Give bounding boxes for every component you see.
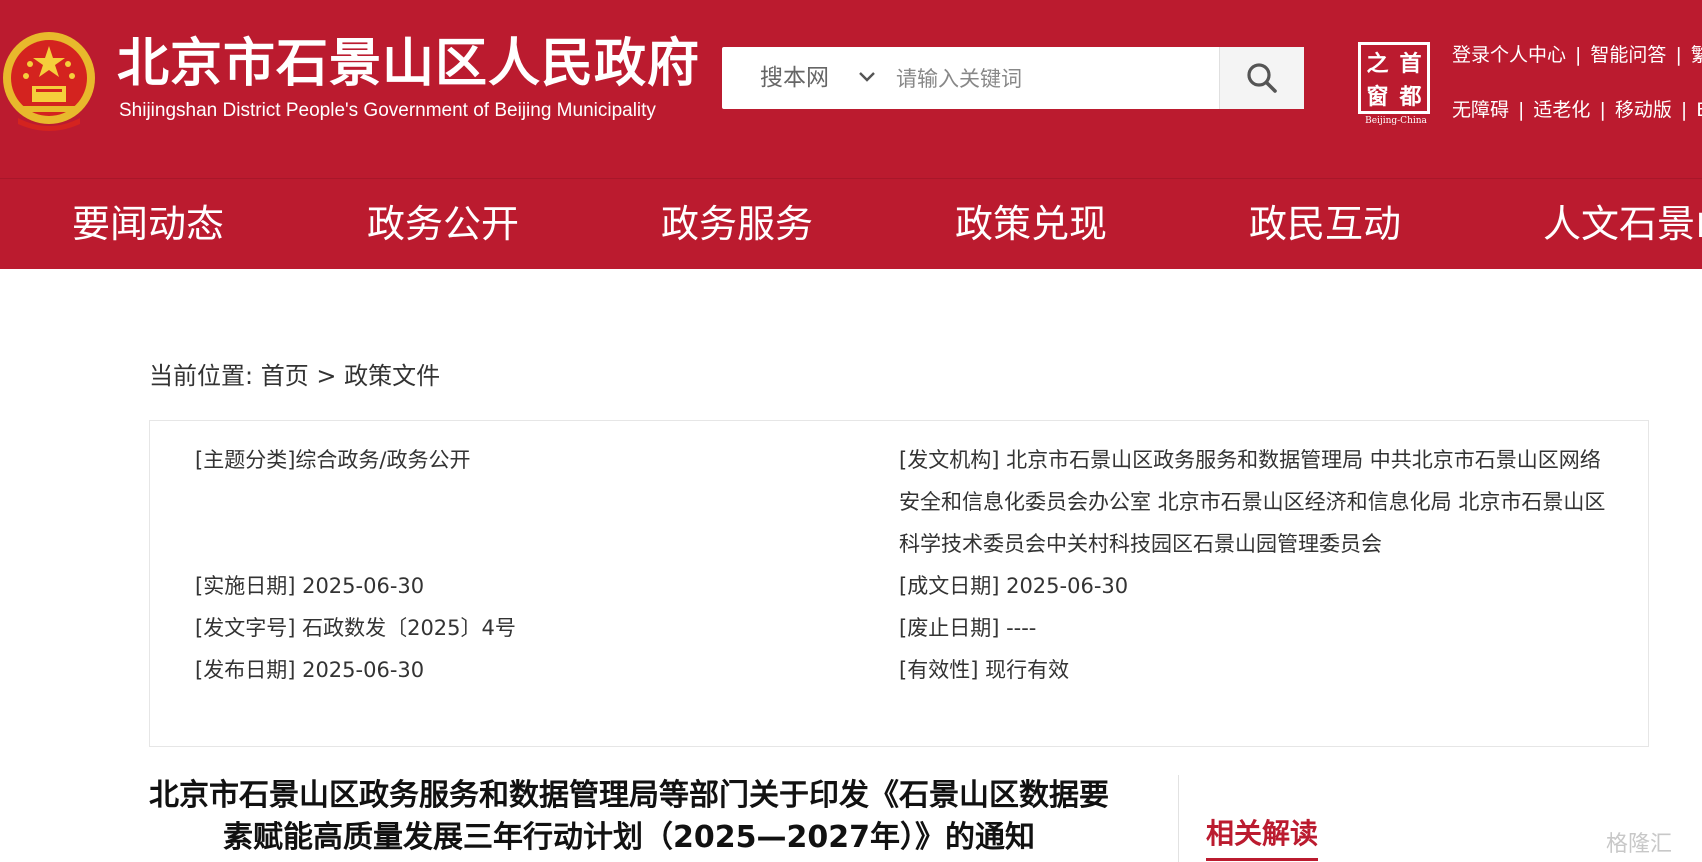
mobile-version-link[interactable]: 移动版 [1615, 99, 1672, 121]
traditional-chinese-link[interactable]: 繁 [1691, 44, 1702, 66]
capital-window-logo[interactable]: 之 首 窗 都 Beijing-China [1356, 42, 1436, 128]
site-subtitle-english: Shijingshan District People's Government… [119, 100, 656, 121]
meta-repeal-date: [废止日期] ---- [899, 607, 1036, 649]
main-nav: 要闻动态 政务公开 政务服务 政策兑现 政民互动 人文石景山 [0, 178, 1702, 269]
meta-written-date-value: 2025-06-30 [1006, 574, 1129, 598]
tab-related-interpretation[interactable]: 相关解读 [1206, 812, 1319, 861]
top-links-row1: 登录个人中心 | 智能问答 | 繁 [1452, 40, 1702, 67]
search-button[interactable] [1219, 47, 1304, 109]
search-bar: 搜本网 [722, 47, 1304, 109]
breadcrumb-separator: > [308, 362, 345, 390]
article-title-line1: 北京市石景山区政务服务和数据管理局等部门关于印发《石景山区数据要 [149, 778, 1109, 813]
capital-logo-char: 窗 [1366, 83, 1389, 110]
capital-logo-char: 都 [1399, 83, 1422, 110]
site-header: 北京市石景山区人民政府 Shijingshan District People'… [0, 0, 1702, 178]
meta-issuer: [发文机构] 北京市石景山区政务服务和数据管理局 中共北京市石景山区网络安全和信… [899, 439, 1609, 565]
meta-topic-key: [主题分类] [195, 448, 296, 472]
nav-item-news[interactable]: 要闻动态 [72, 179, 224, 269]
nav-item-interaction[interactable]: 政民互动 [1249, 179, 1401, 269]
article-title-line2: 素赋能高质量发展三年行动计划（2025—2027年）》的通知 [223, 820, 1035, 855]
search-input[interactable] [894, 57, 1168, 101]
meta-topic: [主题分类]综合政务/政务公开 [195, 439, 815, 481]
smart-qa-link[interactable]: 智能问答 [1590, 44, 1666, 66]
meta-repeal-date-key: [废止日期] [899, 616, 1000, 640]
meta-publish-date-key: [发布日期] [195, 658, 296, 682]
search-icon [1247, 63, 1277, 93]
nav-item-policy-fulfillment[interactable]: 政策兑现 [955, 179, 1107, 269]
document-meta-panel: [主题分类]综合政务/政务公开 [发文机构] 北京市石景山区政务服务和数据管理局… [149, 420, 1649, 747]
elderly-mode-link[interactable]: 适老化 [1533, 99, 1590, 121]
meta-effective-date-key: [实施日期] [195, 574, 296, 598]
nav-item-gov-affairs-public[interactable]: 政务公开 [367, 179, 519, 269]
meta-topic-value: 综合政务/政务公开 [295, 448, 471, 472]
meta-doc-number-key: [发文字号] [195, 616, 296, 640]
meta-validity-value: 现行有效 [985, 658, 1070, 682]
capital-logo-char: 首 [1399, 50, 1422, 77]
top-links-row2: 无障碍|适老化|移动版|E [1452, 95, 1702, 122]
article-title: 北京市石景山区政务服务和数据管理局等部门关于印发《石景山区数据要 素赋能高质量发… [149, 775, 1109, 859]
meta-effective-date: [实施日期] 2025-06-30 [195, 565, 424, 607]
site-title[interactable]: 北京市石景山区人民政府 [117, 32, 700, 96]
meta-doc-number: [发文字号] 石政数发〔2025〕4号 [195, 607, 516, 649]
meta-validity: [有效性] 现行有效 [899, 649, 1069, 691]
breadcrumb-prefix: 当前位置: [149, 362, 254, 390]
meta-publish-date: [发布日期] 2025-06-30 [195, 649, 424, 691]
watermark-text: 格隆汇 [1606, 832, 1673, 857]
meta-doc-number-value: 石政数发〔2025〕4号 [302, 616, 516, 640]
capital-logo-caption: Beijing-China [1365, 116, 1427, 126]
nav-item-culture[interactable]: 人文石景山 [1543, 179, 1702, 269]
meta-written-date-key: [成文日期] [899, 574, 1000, 598]
accessibility-link[interactable]: 无障碍 [1452, 99, 1509, 121]
meta-repeal-date-value: ---- [1006, 616, 1037, 640]
chevron-down-icon[interactable] [856, 65, 878, 87]
breadcrumb-home-link[interactable]: 首页 [261, 362, 309, 390]
login-personal-center-link[interactable]: 登录个人中心 [1452, 44, 1566, 66]
content-divider [1178, 775, 1179, 862]
capital-logo-char: 之 [1366, 50, 1389, 77]
english-link[interactable]: E [1696, 99, 1702, 121]
national-emblem-icon [3, 32, 95, 131]
meta-validity-key: [有效性] [899, 658, 979, 682]
breadcrumb: 当前位置: 首页 > 政策文件 [149, 356, 440, 391]
nav-item-gov-services[interactable]: 政务服务 [661, 179, 813, 269]
search-scope-selector[interactable]: 搜本网 [760, 47, 829, 109]
meta-effective-date-value: 2025-06-30 [302, 574, 425, 598]
meta-issuer-key: [发文机构] [899, 448, 1000, 472]
breadcrumb-current-link[interactable]: 政策文件 [344, 362, 440, 390]
meta-written-date: [成文日期] 2025-06-30 [899, 565, 1128, 607]
meta-publish-date-value: 2025-06-30 [302, 658, 425, 682]
meta-issuer-value: 北京市石景山区政务服务和数据管理局 中共北京市石景山区网络安全和信息化委员会办公… [899, 448, 1606, 556]
